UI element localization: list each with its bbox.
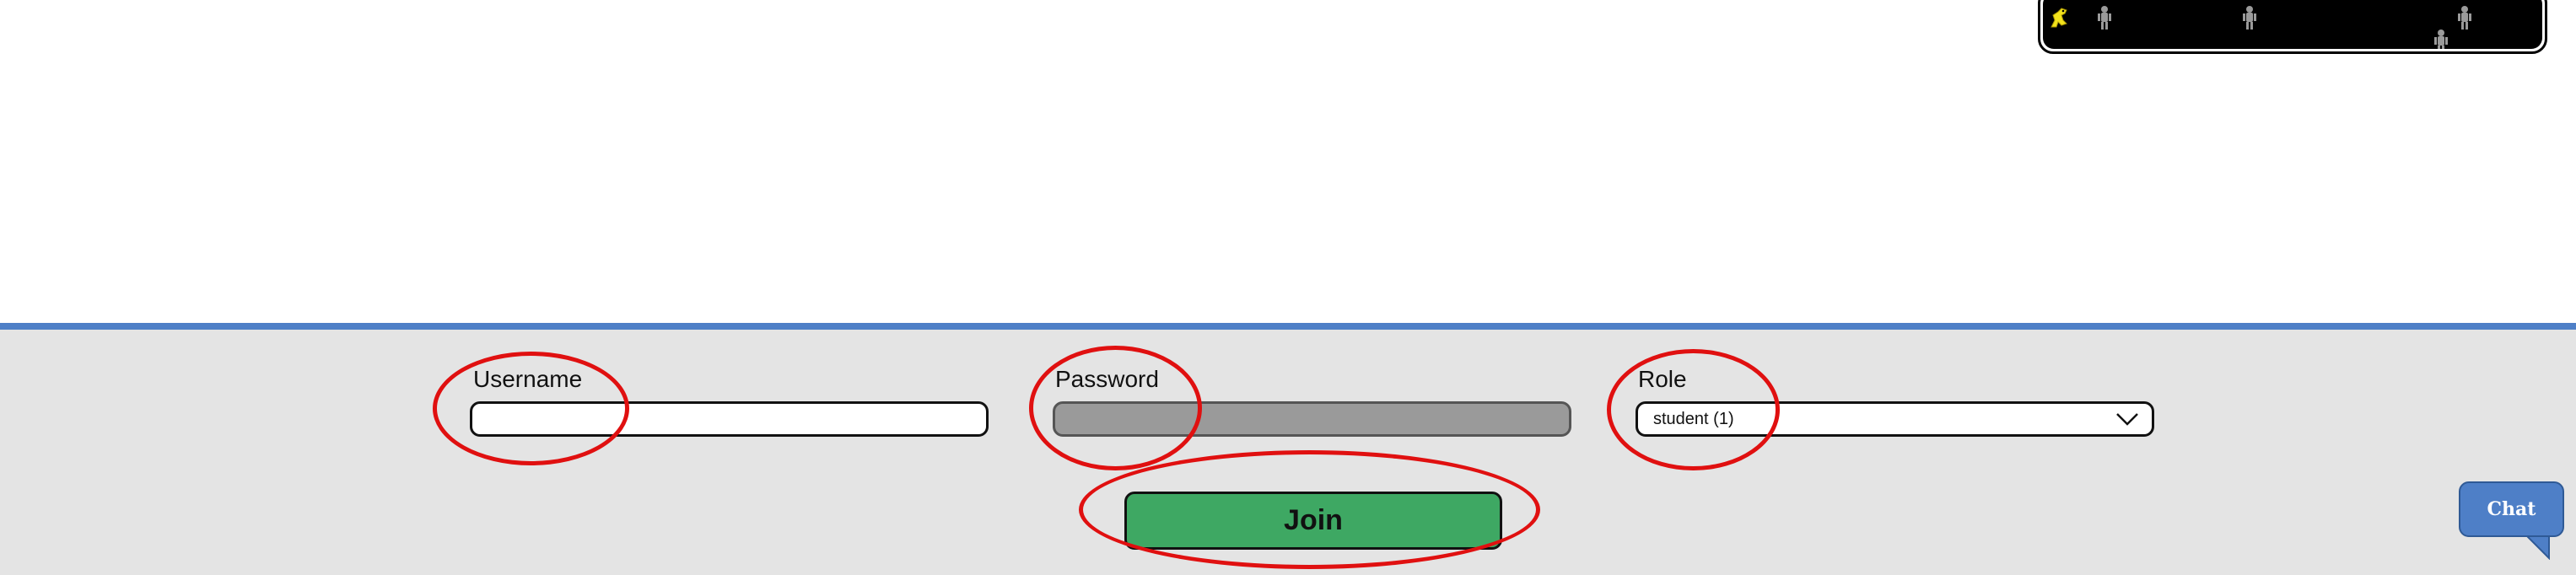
app-page: Username Password Role student (1) Join … — [0, 0, 2576, 575]
username-field-container — [470, 401, 989, 437]
chat-bubble-tail — [2525, 535, 2550, 560]
game-canvas[interactable] — [2043, 0, 2542, 49]
person-figure-icon — [2098, 6, 2111, 30]
person-figure-icon — [2525, 0, 2541, 3]
person-figure-icon — [2272, 0, 2288, 3]
role-label: Role — [1638, 366, 1687, 392]
person-figure-icon — [2434, 30, 2448, 49]
chat-button[interactable]: Chat — [2459, 481, 2564, 537]
person-figure-icon — [2320, 0, 2335, 3]
login-form-panel: Username Password Role student (1) Join — [0, 323, 2576, 575]
role-selected-value: student (1) — [1653, 409, 1734, 428]
chevron-down-icon — [2116, 413, 2138, 426]
password-input[interactable] — [1055, 404, 1569, 434]
password-field-container — [1053, 401, 1571, 437]
role-select[interactable]: student (1) — [1636, 401, 2154, 437]
username-input[interactable] — [472, 404, 986, 434]
game-preview — [2038, 0, 2547, 54]
person-figure-icon — [2243, 6, 2256, 30]
dinosaur-icon — [2051, 8, 2067, 28]
person-figure-icon — [2458, 6, 2471, 30]
password-label: Password — [1055, 366, 1159, 392]
username-label: Username — [473, 366, 583, 392]
join-button[interactable]: Join — [1124, 492, 1502, 550]
